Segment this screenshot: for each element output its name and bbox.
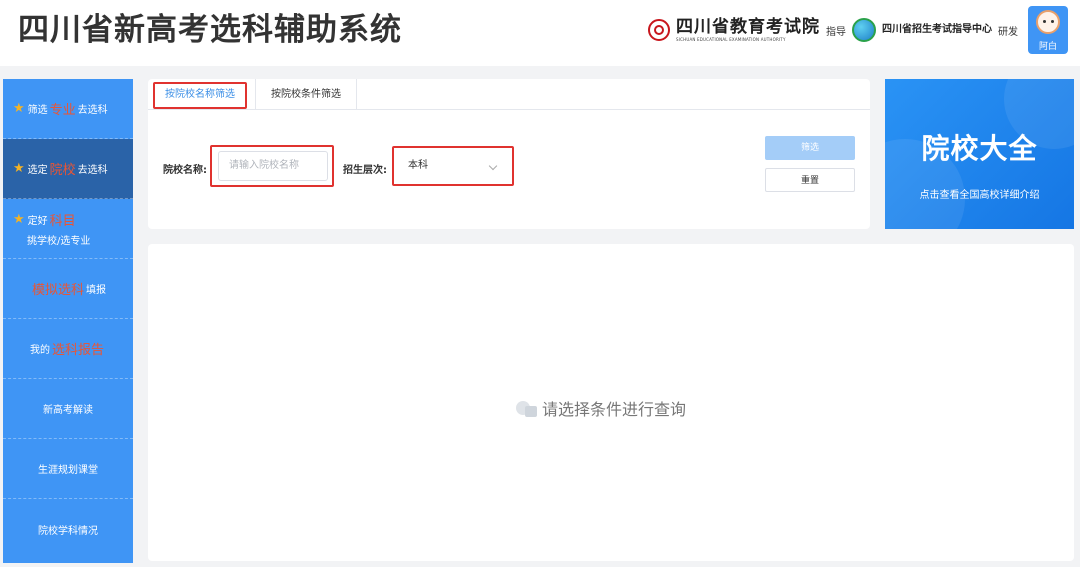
banner-subtitle: 点击查看全国高校详细介绍 bbox=[919, 190, 1040, 201]
avatar-icon bbox=[1036, 10, 1060, 34]
app-header: 四川省新高考选科辅助系统 四川省教育考试院 SICHUAN EDUCATIONA… bbox=[0, 0, 1080, 66]
empty-state: 请选择条件进行查询 bbox=[516, 396, 686, 420]
reset-button[interactable]: 重置 bbox=[765, 168, 855, 192]
sidebar-item-career-class[interactable]: 生涯规划课堂 bbox=[3, 439, 133, 499]
empty-state-icon bbox=[516, 399, 538, 417]
filter-button[interactable]: 筛选 bbox=[765, 136, 855, 160]
highlight-box bbox=[153, 82, 247, 109]
guidance-center-name: 四川省招生考试指导中心 bbox=[882, 24, 992, 35]
exam-authority-logo-icon bbox=[648, 19, 670, 41]
sidebar-item-my-report[interactable]: 我的 选科报告 bbox=[3, 319, 133, 379]
star-icon: ★ bbox=[13, 161, 25, 176]
school-directory-banner[interactable]: 院校大全 点击查看全国高校详细介绍 bbox=[885, 79, 1074, 229]
school-name-label: 院校名称: bbox=[163, 165, 207, 176]
star-icon: ★ bbox=[13, 212, 25, 227]
sidebar-item-mock-selection[interactable]: 模拟选科 填报 bbox=[3, 259, 133, 319]
sidebar: ★ 筛选 专业 去选科 ★ 选定 院校 去选科 ★ 定好 科目 挑学校/选专业 … bbox=[3, 79, 133, 563]
exam-authority-logo: 四川省教育考试院 SICHUAN EDUCATIONAL EXAMINATION… bbox=[676, 16, 820, 42]
guidance-center-logo-icon bbox=[852, 18, 876, 42]
sidebar-item-filter-major[interactable]: ★ 筛选 专业 去选科 bbox=[3, 79, 133, 139]
app-title: 四川省新高考选科辅助系统 bbox=[18, 12, 402, 48]
sidebar-item-fixed-subjects[interactable]: ★ 定好 科目 挑学校/选专业 bbox=[3, 199, 133, 259]
highlight-box bbox=[210, 145, 334, 187]
guidance-center-logo: 四川省招生考试指导中心 bbox=[882, 25, 992, 35]
star-icon: ★ bbox=[13, 101, 25, 116]
filter-panel: 按院校名称筛选 按院校条件筛选 院校名称: 请输入院校名称 招生层次: 本科 筛… bbox=[148, 79, 870, 229]
sidebar-item-select-school[interactable]: ★ 选定 院校 去选科 bbox=[3, 139, 133, 199]
tab-by-school-conditions[interactable]: 按院校条件筛选 bbox=[255, 79, 357, 110]
results-panel: 请选择条件进行查询 bbox=[148, 244, 1074, 561]
enrollment-level-label: 招生层次: bbox=[343, 165, 387, 176]
empty-state-text: 请选择条件进行查询 bbox=[542, 400, 687, 419]
user-name: 阿白 bbox=[1038, 42, 1057, 52]
exam-authority-english: SICHUAN EDUCATIONAL EXAMINATION AUTHORIT… bbox=[676, 36, 786, 42]
sidebar-item-school-disciplines[interactable]: 院校学科情况 bbox=[3, 499, 133, 559]
guide-text: 指导 bbox=[826, 26, 846, 38]
user-avatar-button[interactable]: 阿白 bbox=[1028, 6, 1068, 54]
filter-tabs: 按院校名称筛选 按院校条件筛选 bbox=[148, 79, 870, 110]
exam-authority-name: 四川省教育考试院 bbox=[676, 16, 820, 37]
header-org-bar: 四川省教育考试院 SICHUAN EDUCATIONAL EXAMINATION… bbox=[648, 0, 1068, 60]
sidebar-item-gaokao-guide[interactable]: 新高考解读 bbox=[3, 379, 133, 439]
banner-title: 院校大全 bbox=[921, 132, 1038, 165]
highlight-box bbox=[392, 146, 514, 186]
dev-text: 研发 bbox=[998, 26, 1018, 38]
